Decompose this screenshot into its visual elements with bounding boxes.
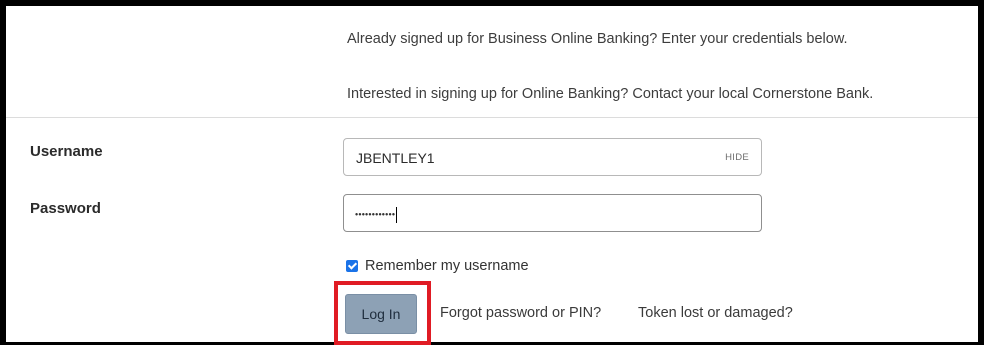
text-cursor xyxy=(396,207,398,223)
username-value: JBENTLEY1 xyxy=(356,150,435,166)
intro-signup-text: Interested in signing up for Online Bank… xyxy=(347,86,874,102)
password-field[interactable]: •••••••••••• xyxy=(343,194,762,232)
username-field[interactable]: JBENTLEY1 HIDE xyxy=(343,138,762,176)
password-label: Password xyxy=(30,200,101,217)
forgot-password-link[interactable]: Forgot password or PIN? xyxy=(440,305,601,321)
intro-existing-users-text: Already signed up for Business Online Ba… xyxy=(347,31,848,47)
username-label: Username xyxy=(30,143,103,160)
remember-username-checkbox[interactable] xyxy=(346,260,358,272)
remember-username-label[interactable]: Remember my username xyxy=(365,258,529,274)
section-divider xyxy=(6,117,978,118)
password-masked-value: •••••••••••• xyxy=(355,207,398,223)
password-dots: •••••••••••• xyxy=(355,209,396,220)
hide-username-toggle[interactable]: HIDE xyxy=(725,152,749,163)
login-button[interactable]: Log In xyxy=(345,294,417,334)
remember-username-row[interactable]: Remember my username xyxy=(346,258,529,274)
token-lost-link[interactable]: Token lost or damaged? xyxy=(638,305,793,321)
